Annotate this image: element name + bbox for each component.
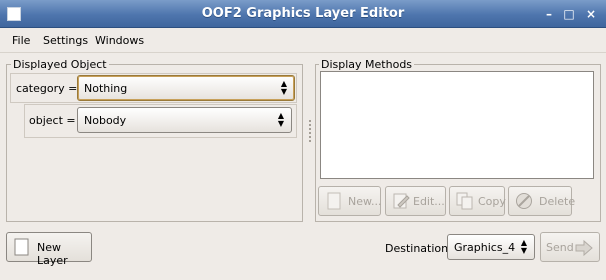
new-icon	[325, 192, 343, 210]
delete-method-label: Delete	[539, 195, 576, 208]
menu-windows[interactable]: Windows	[95, 34, 144, 47]
pane-divider-grip[interactable]	[307, 118, 313, 148]
send-button[interactable]: Send	[540, 232, 600, 262]
destination-value: Graphics_4	[454, 241, 516, 254]
edit-method-label: Edit...	[413, 195, 445, 208]
category-select[interactable]: Nothing ▲ ▼	[77, 75, 295, 101]
new-layer-label: New Layer	[37, 241, 68, 267]
display-methods-label: Display Methods	[319, 58, 415, 71]
close-icon[interactable]: ×	[583, 6, 599, 22]
minimize-icon[interactable]: –	[541, 6, 557, 22]
copy-icon	[456, 192, 474, 210]
updown-arrows-icon: ▲ ▼	[520, 238, 528, 255]
updown-arrows-icon: ▲ ▼	[277, 111, 285, 128]
edit-method-button[interactable]: Edit...	[385, 186, 446, 216]
menu-settings[interactable]: Settings	[43, 34, 88, 47]
displayed-object-label: Displayed Object	[11, 58, 109, 71]
display-methods-list[interactable]	[320, 71, 594, 179]
menu-file[interactable]: File	[12, 34, 30, 47]
edit-icon	[392, 192, 410, 210]
copy-method-label: Copy	[478, 195, 506, 208]
object-select[interactable]: Nobody ▲ ▼	[77, 107, 292, 133]
category-value: Nothing	[84, 82, 128, 95]
new-method-button[interactable]: New...	[318, 186, 381, 216]
send-label: Send	[546, 241, 574, 254]
delete-method-button[interactable]: Delete	[508, 186, 576, 216]
window-title: OOF2 Graphics Layer Editor	[201, 6, 405, 21]
destination-select[interactable]: Graphics_4 ▲ ▼	[447, 234, 535, 260]
object-value: Nobody	[84, 114, 127, 127]
category-label: category =	[16, 82, 78, 95]
new-layer-button[interactable]: New Layer	[6, 232, 92, 267]
new-layer-icon	[13, 238, 31, 256]
updown-arrows-icon: ▲ ▼	[280, 79, 288, 96]
copy-method-button[interactable]: Copy	[449, 186, 506, 216]
new-method-label: New...	[348, 195, 382, 208]
title-bar: OOF2 Graphics Layer Editor – □ ×	[0, 0, 606, 28]
send-arrow-icon	[575, 239, 593, 257]
object-label: object =	[29, 114, 76, 127]
delete-icon	[515, 192, 533, 210]
menu-bar: File Settings Windows	[0, 29, 606, 53]
maximize-icon[interactable]: □	[561, 6, 577, 22]
